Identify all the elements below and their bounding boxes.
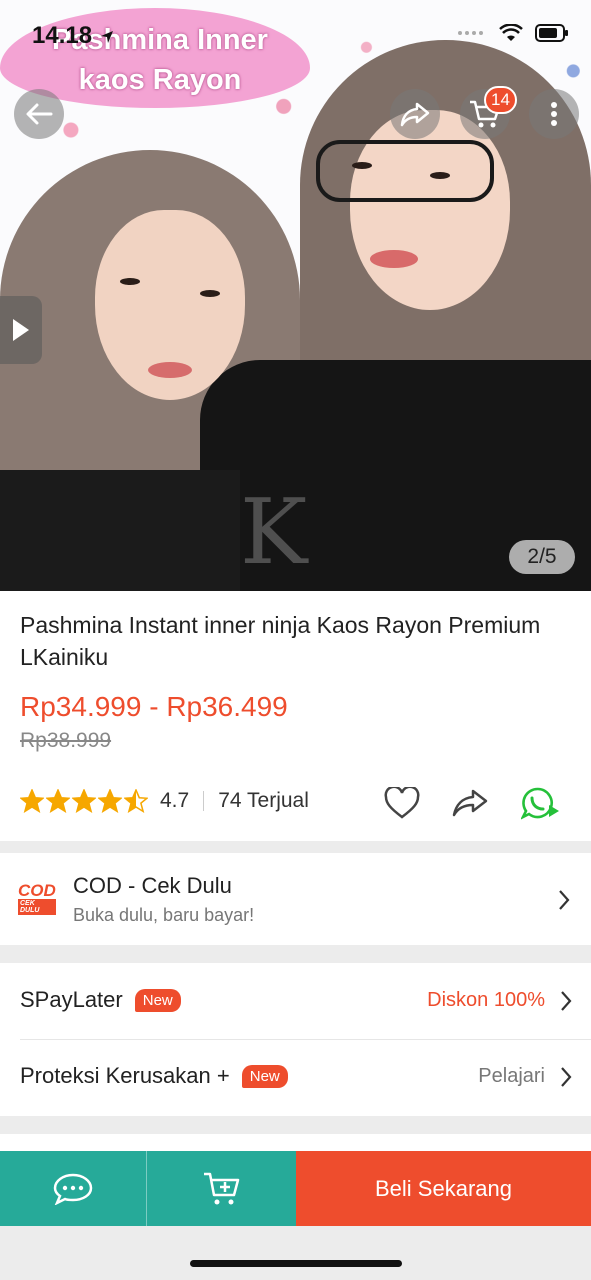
eye <box>120 278 140 285</box>
star-rating <box>20 789 148 813</box>
option-value: Pelajari <box>478 1065 545 1087</box>
location-arrow-icon <box>100 30 113 43</box>
star-icon <box>46 789 70 813</box>
star-icon <box>72 789 96 813</box>
bottom-action-bar: Beli Sekarang <box>0 1151 591 1226</box>
clock-text: 14.18 <box>32 22 93 49</box>
buy-now-button[interactable]: Beli Sekarang <box>296 1151 591 1226</box>
share-button[interactable] <box>390 89 440 139</box>
option-label-text: Proteksi Kerusakan + <box>20 1063 230 1088</box>
add-cart-icon <box>203 1172 239 1204</box>
share-icon[interactable] <box>452 787 488 819</box>
home-indicator <box>190 1260 402 1267</box>
play-icon <box>13 319 29 341</box>
divider <box>203 791 205 811</box>
more-button[interactable] <box>529 89 579 139</box>
more-vertical-icon <box>551 102 557 126</box>
share-icon <box>400 102 430 127</box>
next-section-edge <box>0 1134 591 1151</box>
star-icon <box>98 789 122 813</box>
original-price: Rp38.999 <box>20 729 112 752</box>
lips <box>148 362 192 378</box>
cod-logo: COD CEK DULU <box>18 881 58 915</box>
product-price: Rp34.999 - Rp36.499 <box>20 691 288 722</box>
product-title: Pashmina Instant inner ninja Kaos Rayon … <box>20 612 541 670</box>
chevron-right-icon <box>559 890 570 910</box>
cod-logo-text: COD <box>18 881 56 900</box>
cod-logo-subtext: CEK DULU <box>18 899 56 915</box>
chevron-right-icon <box>561 1067 572 1087</box>
heart-icon[interactable] <box>384 787 420 819</box>
option-label: SPayLater New <box>20 987 181 1013</box>
add-to-cart-button[interactable] <box>147 1151 296 1226</box>
watermark-logo: K <box>240 480 308 585</box>
rating-row[interactable]: 4.7 74 Terjual <box>20 789 309 813</box>
new-badge: New <box>241 1064 288 1088</box>
whatsapp-share-icon[interactable] <box>521 787 561 821</box>
sold-count: 74 Terjual <box>218 789 309 812</box>
product-info: Pashmina Instant inner ninja Kaos Rayon … <box>0 591 591 841</box>
video-play-button[interactable] <box>0 296 42 364</box>
clock: 14.18 <box>32 22 115 50</box>
battery-icon <box>535 24 568 42</box>
wifi-icon <box>499 24 523 41</box>
star-icon <box>20 789 44 813</box>
rating-value: 4.7 <box>160 789 190 812</box>
arrow-left-icon <box>26 103 53 125</box>
chat-icon <box>53 1173 93 1205</box>
new-badge: New <box>134 988 181 1012</box>
cod-title: COD - Cek Dulu <box>73 873 232 898</box>
eye <box>200 290 220 297</box>
chevron-right-icon <box>561 991 572 1011</box>
option-value: Diskon 100% <box>427 989 545 1011</box>
lips <box>370 250 418 268</box>
cod-subtitle: Buka dulu, baru bayar! <box>73 905 255 925</box>
option-proteksi[interactable]: Proteksi Kerusakan + New Pelajari <box>0 1039 591 1115</box>
option-label-text: SPayLater <box>20 987 123 1012</box>
star-icon <box>124 789 148 813</box>
image-counter: 2/5 <box>509 540 575 574</box>
cod-section[interactable]: COD CEK DULU COD - Cek Dulu Buka dulu, b… <box>0 853 591 945</box>
options-list: SPayLater New Diskon 100% Proteksi Kerus… <box>0 963 591 1116</box>
option-label: Proteksi Kerusakan + New <box>20 1063 288 1089</box>
chat-button[interactable] <box>0 1151 147 1226</box>
option-spaylater[interactable]: SPayLater New Diskon 100% <box>0 963 591 1039</box>
back-button[interactable] <box>14 89 64 139</box>
cart-badge: 14 <box>484 86 517 114</box>
signal-icon <box>458 31 483 35</box>
model-clothing <box>0 470 240 591</box>
glasses <box>316 140 494 202</box>
status-bar: 14.18 <box>0 0 591 70</box>
